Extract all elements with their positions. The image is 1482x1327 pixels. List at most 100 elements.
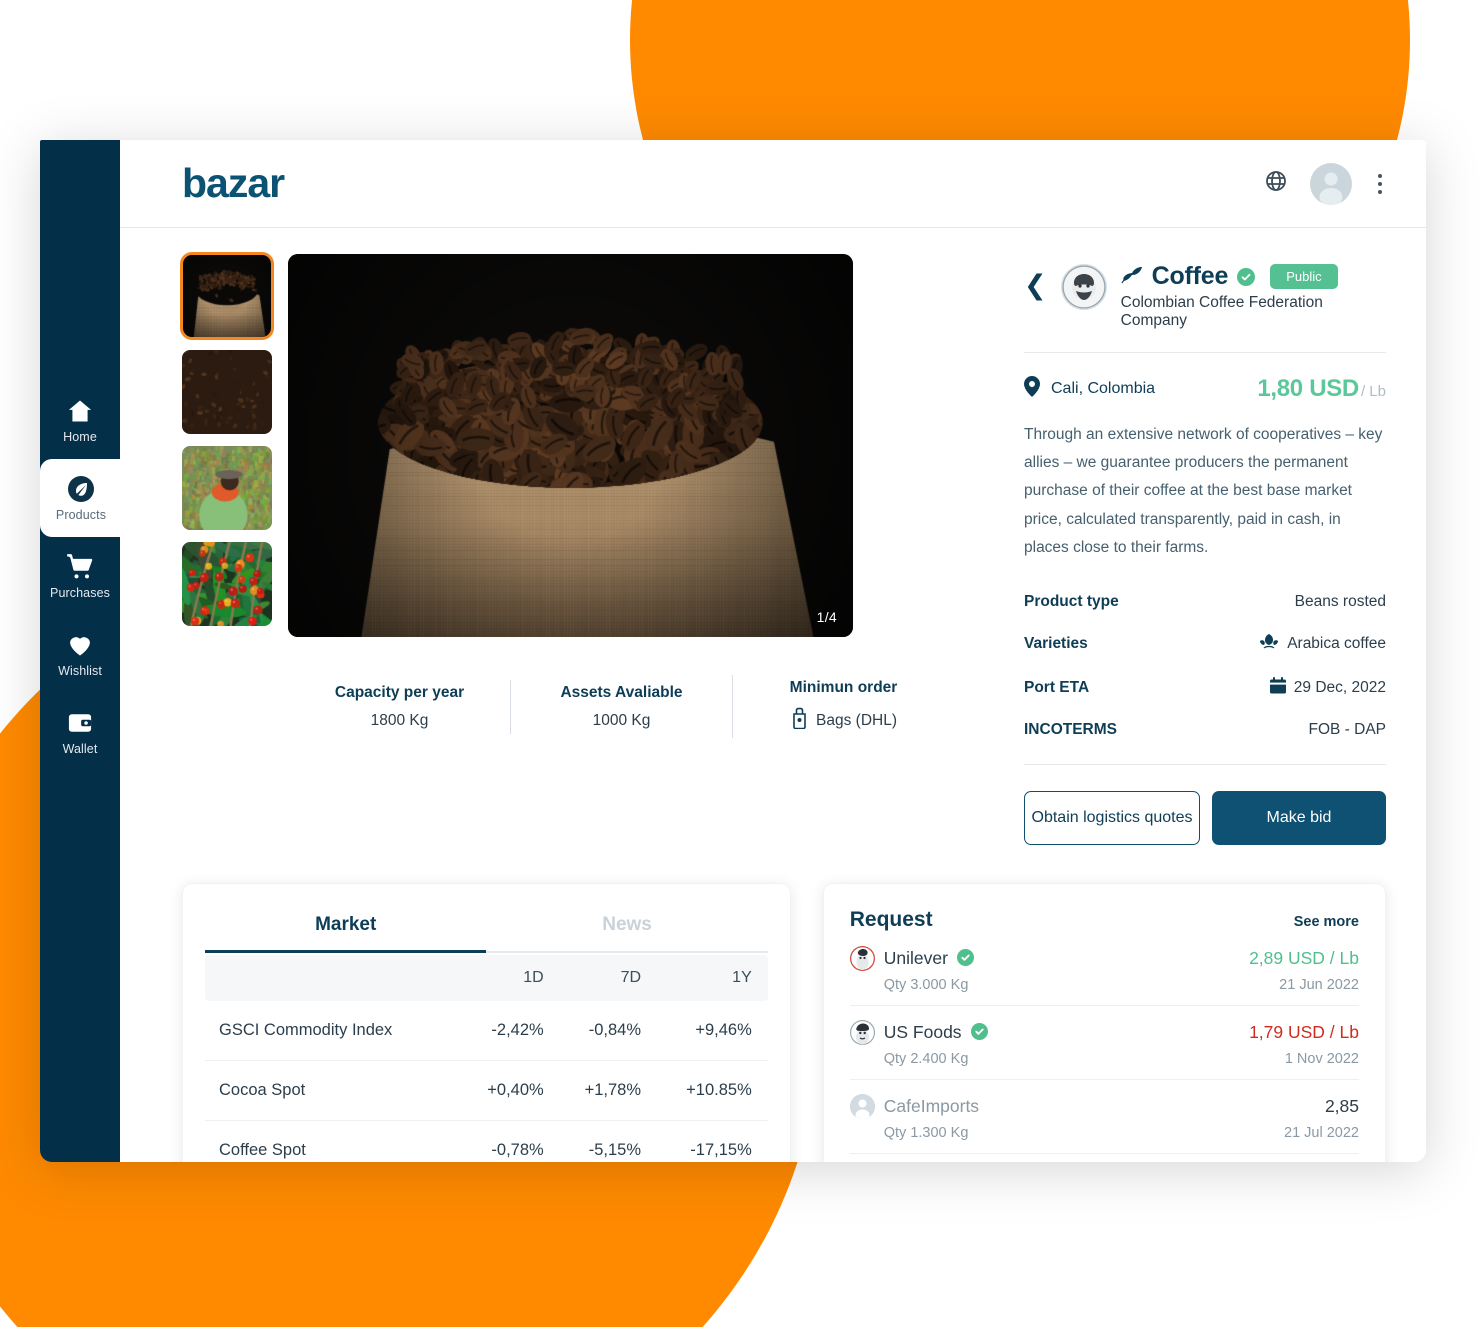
- product-header: ❮ Coffee Public Colombian Coffee Federat…: [1024, 262, 1386, 330]
- header-actions: [1264, 162, 1386, 205]
- thumbnail-image: [182, 542, 272, 626]
- spec-label: INCOTERMS: [1024, 721, 1117, 739]
- spec-value: 29 Dec, 2022: [1269, 677, 1386, 699]
- gallery-thumbnail[interactable]: [180, 252, 274, 340]
- market-cell-1d: +0,40%: [456, 1060, 554, 1122]
- column-header-name: [205, 955, 457, 1002]
- globe-icon[interactable]: [1264, 169, 1288, 198]
- brand-logo[interactable]: bazar: [182, 163, 285, 204]
- product-gallery: 1/4: [180, 252, 954, 637]
- sidebar-item-wishlist[interactable]: Wishlist: [40, 615, 120, 693]
- make-bid-button[interactable]: Make bid: [1212, 791, 1386, 846]
- market-cell-1y: -17,15%: [651, 1120, 768, 1162]
- sidebar-item-wallet[interactable]: Wallet: [40, 693, 120, 771]
- avatar[interactable]: [1310, 162, 1352, 205]
- chevron-left-icon[interactable]: ❮: [1024, 272, 1047, 299]
- calendar-icon: [1269, 677, 1286, 699]
- request-item-top: Unilever 2,89 USD / Lb: [849, 946, 1359, 972]
- request-quantity: Qty 3.000 Kg: [883, 977, 969, 994]
- market-table-header: 1D 7D 1Y: [205, 955, 768, 1002]
- request-header: Request See more: [850, 908, 1359, 932]
- wallet-icon: [66, 709, 94, 737]
- market-row-name: GSCI Commodity Index: [205, 1001, 457, 1062]
- list-item[interactable]: US Foods 1,79 USD / Lb Qty 2.400 Kg 1 Nov 2…: [849, 1006, 1359, 1081]
- gallery-thumbnail[interactable]: [182, 350, 272, 434]
- market-card: Market News 1D 7D 1Y GSCI Commodity Index -2…: [182, 883, 791, 1162]
- price-unit: / Lb: [1360, 383, 1386, 400]
- tab-market[interactable]: Market: [205, 904, 487, 954]
- more-vertical-icon[interactable]: [1374, 170, 1386, 198]
- request-quantity: Qty 2.400 Kg: [883, 1051, 969, 1068]
- request-price: 2,85: [1324, 1096, 1359, 1117]
- stat-minimun-order: Minimun order Bags (DHL): [732, 675, 954, 738]
- market-cell-7d: -5,15%: [553, 1120, 652, 1162]
- market-cell-1d: -0,78%: [456, 1120, 554, 1162]
- list-item[interactable]: Unilever 2,89 USD / Lb Qty 3.000 Kg 21 Jun …: [849, 932, 1359, 1007]
- sidebar-item-label: Wallet: [62, 741, 98, 756]
- list-item[interactable]: CafeImports 2,85 Qty 1.300 Kg 21 Jul 2022: [849, 1080, 1359, 1155]
- main-content: bazar 1/4 Capacity per year 1800 Kg Asse…: [120, 140, 1426, 1162]
- stat-title: Minimun order: [789, 679, 898, 696]
- market-news-tabs: Market News: [205, 904, 768, 954]
- table-row: Cocoa Spot +0,40% +1,78% +10.85%: [205, 1060, 768, 1122]
- stat-value-text: 1800 Kg: [370, 711, 429, 729]
- request-item-bottom: Qty 1.300 Kg 21 Jul 2022: [850, 1125, 1359, 1141]
- product-spec-table: Product type Beans rosted Varieties Arabica…: [1024, 582, 1386, 750]
- unilever-avatar: [849, 946, 875, 972]
- hero-image-canvas: [288, 254, 853, 637]
- cart-icon: [66, 553, 94, 581]
- sidebar-item-label: Home: [63, 429, 97, 444]
- list-item[interactable]: Cafe1,85Qty 1.300 Kg21 Jul 2022: [850, 1154, 1359, 1162]
- gallery-thumbnail[interactable]: [182, 542, 272, 626]
- request-price: 2,89 USD / Lb: [1249, 948, 1359, 969]
- main-product-image[interactable]: 1/4: [288, 254, 853, 637]
- sidebar-item-products[interactable]: Products: [40, 459, 122, 537]
- arabica-icon: [1259, 633, 1279, 655]
- verified-badge-icon: [970, 1023, 988, 1042]
- tab-news[interactable]: News: [486, 904, 768, 954]
- sidebar-item-label: Products: [55, 507, 107, 522]
- divider: [1024, 764, 1386, 766]
- thumbnail-image: [182, 254, 272, 338]
- stat-capacity-per-year: Capacity per year 1800 Kg: [289, 680, 510, 734]
- gallery-thumbnail[interactable]: [182, 446, 272, 530]
- request-date: 21 Jun 2022: [1279, 977, 1359, 994]
- spec-label: Product type: [1024, 593, 1119, 611]
- divider: [1024, 352, 1386, 353]
- request-item-bottom: Qty 2.400 Kg 1 Nov 2022: [850, 1051, 1359, 1067]
- seller-avatar-icon[interactable]: [1060, 264, 1107, 310]
- request-card: Request See more Unilever 2,89 USD / Lb Qt…: [822, 883, 1386, 1162]
- spec-value-text: Arabica coffee: [1287, 635, 1386, 653]
- product-description: Through an extensive network of cooperat…: [1024, 426, 1383, 556]
- page-title: Coffee: [1151, 262, 1229, 290]
- location-text: Cali, Colombia: [1051, 380, 1156, 397]
- sidebar-item-home[interactable]: Home: [40, 381, 120, 459]
- spec-row-product-type: Product type Beans rosted: [1024, 582, 1386, 622]
- verified-badge-icon: [1237, 267, 1256, 286]
- spec-value: Beans rosted: [1295, 593, 1386, 611]
- spec-value-text: Beans rosted: [1294, 593, 1386, 611]
- see-more-link[interactable]: See more: [1294, 914, 1359, 930]
- status-badge: Public: [1270, 264, 1338, 289]
- sidebar-item-purchases[interactable]: Purchases: [40, 537, 120, 615]
- sidebar-navigation: Home Products Purchases Wishlist Wallet: [40, 140, 122, 1162]
- spec-value: Arabica coffee: [1259, 633, 1386, 655]
- product-overview-section: 1/4 Capacity per year 1800 Kg Assets Avali…: [180, 252, 1386, 846]
- stat-assets-avaliable: Assets Avaliable 1000 Kg: [510, 679, 732, 734]
- stat-value: 1000 Kg: [511, 712, 732, 730]
- product-title-row: Coffee Public: [1121, 262, 1386, 291]
- request-buyer-name: US Foods: [883, 1022, 962, 1043]
- market-table: 1D 7D 1Y GSCI Commodity Index -2,42% -0,84% +…: [205, 955, 768, 1162]
- request-date: 21 Jul 2022: [1284, 1125, 1359, 1142]
- obtain-logistics-quotes-button[interactable]: Obtain logistics quotes: [1024, 791, 1200, 846]
- app-header: bazar: [120, 140, 1426, 228]
- coffee-leaf-icon: [1121, 264, 1143, 289]
- request-list: Unilever 2,89 USD / Lb Qty 3.000 Kg 21 Jun …: [849, 932, 1359, 1162]
- heart-icon: [66, 631, 94, 659]
- spec-value-text: FOB - DAP: [1308, 721, 1386, 739]
- spec-label: Port ETA: [1024, 679, 1090, 697]
- request-date: 1 Nov 2022: [1284, 1051, 1359, 1068]
- home-icon: [66, 397, 94, 425]
- app-window: Home Products Purchases Wishlist Wallet baza…: [40, 140, 1426, 1162]
- request-price: 1,79 USD / Lb: [1249, 1022, 1359, 1043]
